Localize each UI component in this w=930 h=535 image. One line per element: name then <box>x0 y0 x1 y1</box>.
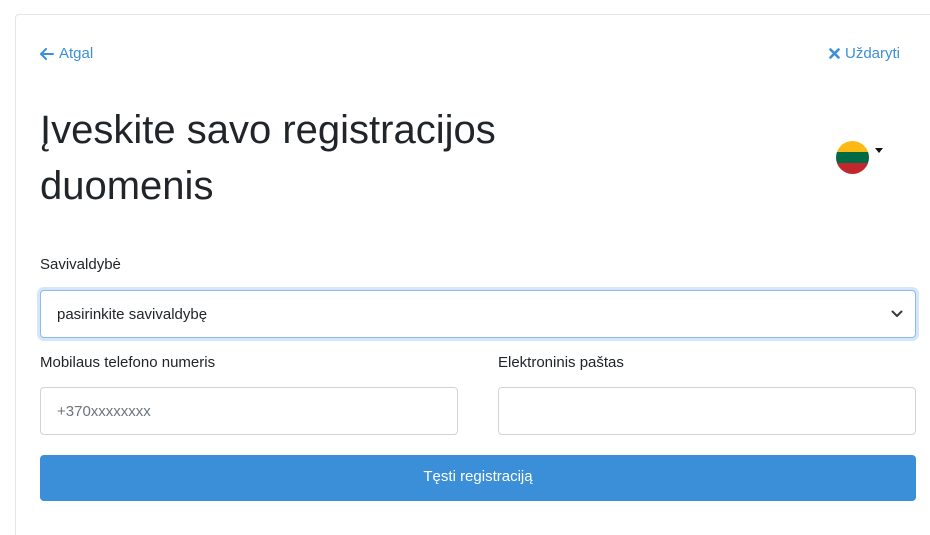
municipality-select[interactable]: pasirinkite savivaldybę <box>40 290 916 338</box>
page-title: Įveskite savo registracijos duomenis <box>40 108 496 208</box>
close-link[interactable]: Uždaryti <box>829 45 900 62</box>
close-icon <box>829 48 840 59</box>
chevron-down-icon <box>891 310 903 317</box>
close-label: Uždaryti <box>845 45 901 62</box>
municipality-selected-value: pasirinkite savivaldybę <box>57 305 208 323</box>
email-label: Elektroninis paštas <box>498 354 624 371</box>
municipality-label: Savivaldybė <box>40 256 121 273</box>
phone-label: Mobilaus telefono numeris <box>40 354 216 371</box>
email-input[interactable] <box>498 387 916 435</box>
language-selector[interactable] <box>836 141 883 174</box>
caret-down-icon <box>875 148 883 153</box>
phone-input[interactable] <box>40 387 458 435</box>
back-link[interactable]: Atgal <box>40 45 93 62</box>
back-label: Atgal <box>59 45 94 62</box>
continue-registration-button[interactable]: Tęsti registraciją <box>40 455 916 501</box>
arrow-left-icon <box>40 47 54 60</box>
lithuania-flag-icon <box>836 141 869 174</box>
